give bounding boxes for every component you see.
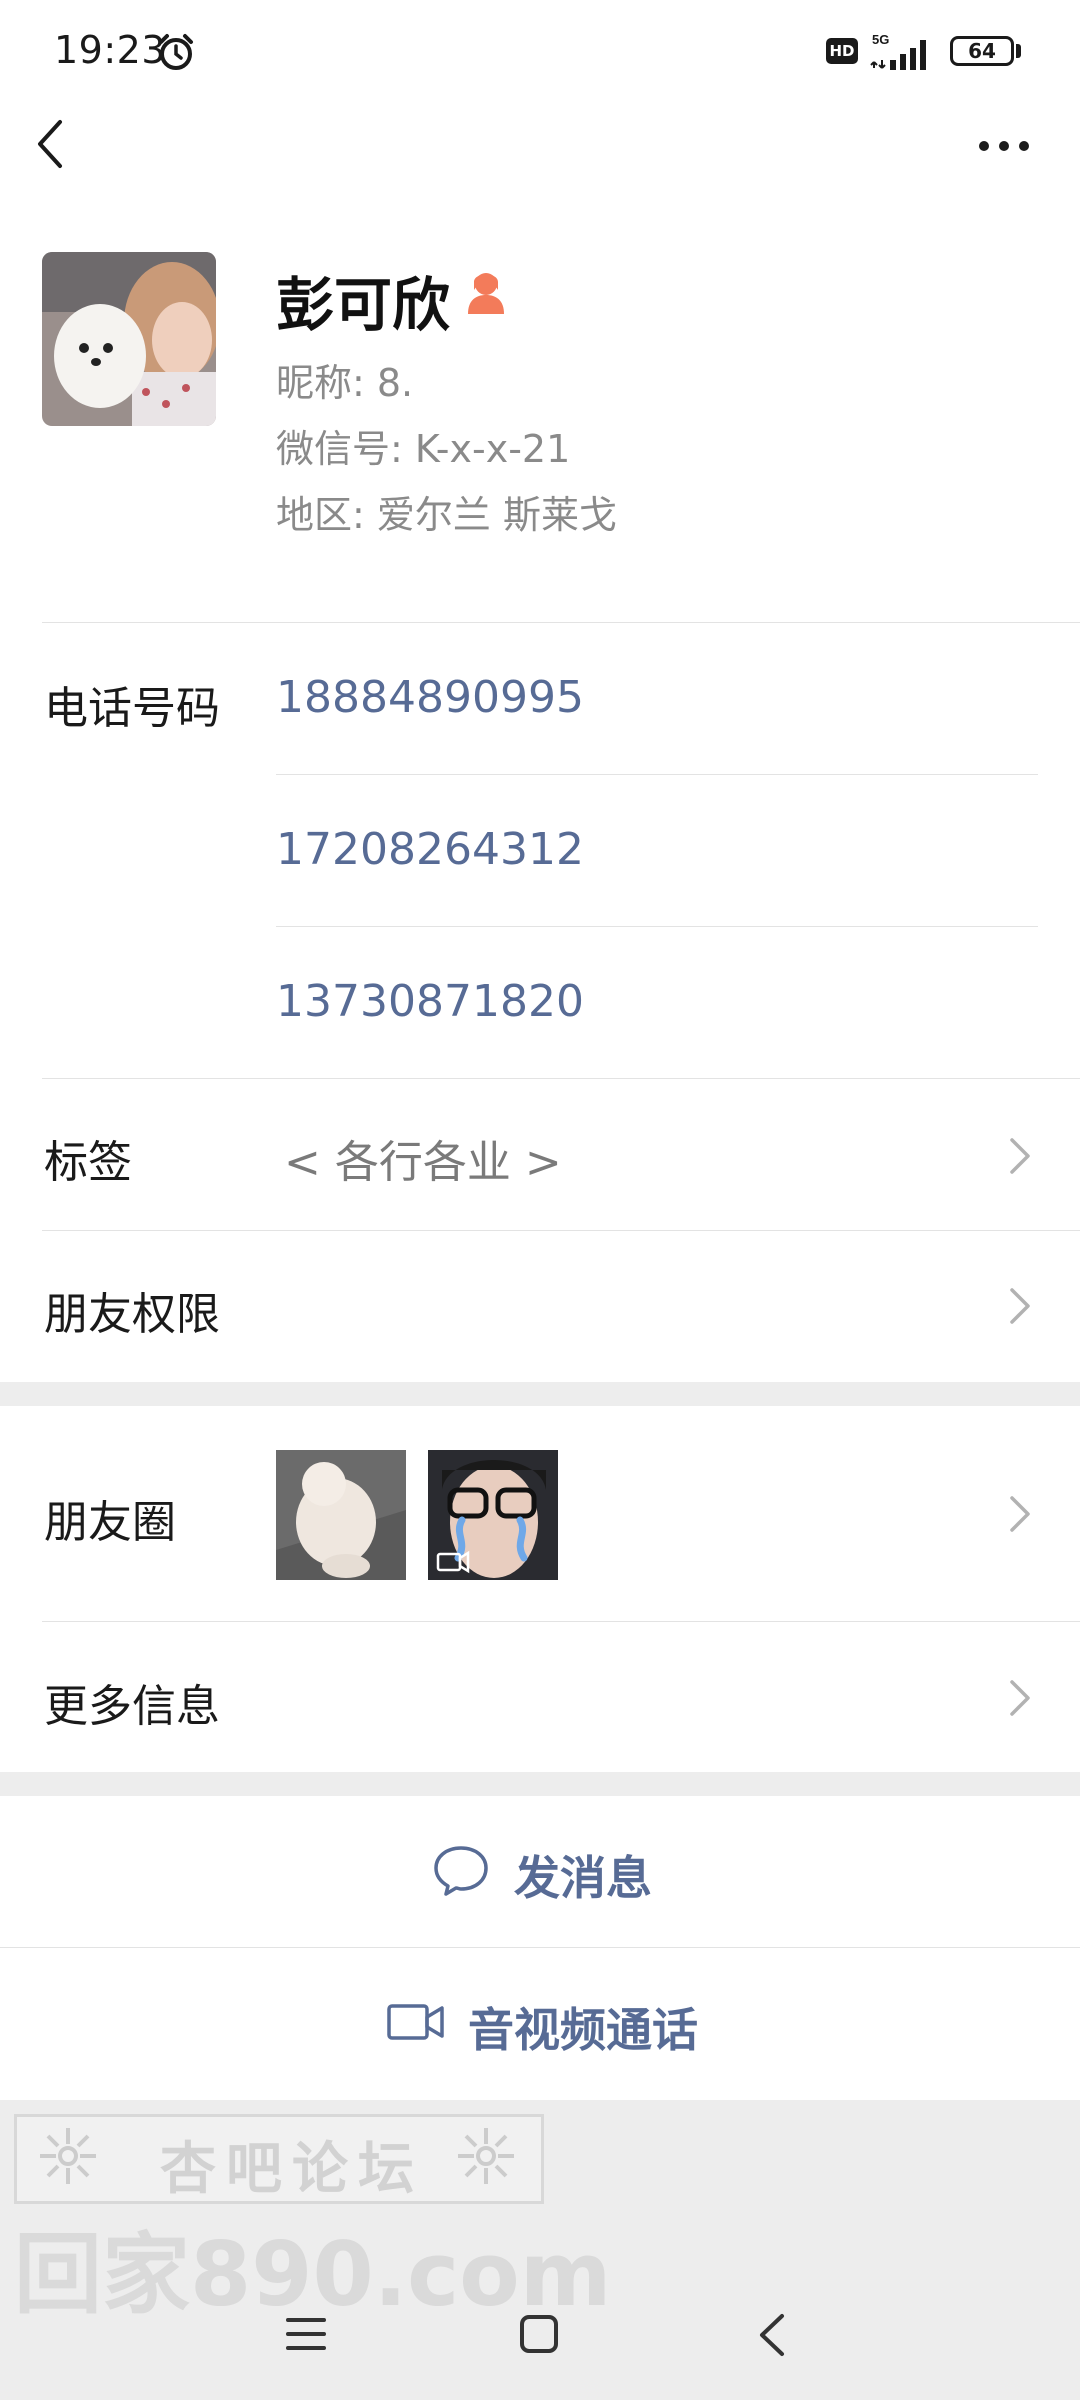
divider [42,622,1080,623]
divider [42,1078,1080,1079]
alarm-clock-icon [159,34,193,70]
avatar[interactable] [42,252,216,426]
more-options-icon[interactable] [976,128,1032,164]
wechat-id[interactable]: 微信号: K-x-x-21 [276,418,570,473]
moments-label: 朋友圈 [44,1497,176,1548]
phone-number-1[interactable]: 18884890995 [276,672,584,723]
system-back-icon[interactable] [754,2310,790,2360]
recent-apps-icon[interactable] [284,2314,328,2354]
section-gap [0,1772,1080,1796]
svg-text:5G: 5G [872,32,889,47]
back-arrow-icon[interactable] [30,112,74,176]
divider [42,1230,1080,1231]
chevron-right-icon [1010,1496,1030,1532]
phone-number-2[interactable]: 17208264312 [276,824,584,875]
divider [276,774,1038,775]
moments-video-selfie [428,1450,558,1580]
battery-cap [1016,44,1021,58]
phone-label: 电话号码 [44,683,220,734]
chevron-right-icon [1010,1138,1030,1174]
battery-indicator: 64 [950,36,1014,66]
region: 地区: 爱尔兰 斯莱戈 [276,493,617,537]
watermark-forum-name: 杏吧论坛 [160,2137,424,2202]
flower-decoration-icon [40,2128,96,2184]
contact-name: 彭可欣 [276,271,451,339]
hd-badge: HD [826,38,858,64]
section-gap [0,1382,1080,1406]
video-camera-icon [387,2004,444,2040]
moments-thumbnail-2[interactable] [428,1450,558,1580]
send-message-label: 发消息 [514,1851,652,1905]
signal-strength-icon: 5G [870,32,926,70]
home-icon[interactable] [518,2313,560,2355]
flower-decoration-icon [458,2128,514,2184]
chat-bubble-icon [434,1846,488,1896]
nav-bar [0,100,1080,192]
status-time: 19:23 [54,28,167,72]
chevron-right-icon [1010,1288,1030,1324]
chevron-right-icon [1010,1680,1030,1716]
more-info-label: 更多信息 [44,1681,220,1732]
battery-level: 64 [968,39,996,63]
tags-label: 标签 [44,1137,132,1188]
nickname: 昵称: 8. [276,361,414,405]
avatar-photo [42,252,216,426]
friend-permissions-label: 朋友权限 [44,1289,220,1340]
moments-thumbnail-1[interactable] [276,1450,406,1580]
divider [276,926,1038,927]
tags-value: < 各行各业 > [284,1137,562,1188]
moments-photo-dog [276,1450,406,1580]
video-call-label: 音视频通话 [468,2003,698,2057]
female-gender-icon [468,273,504,314]
phone-number-3[interactable]: 13730871820 [276,976,584,1027]
